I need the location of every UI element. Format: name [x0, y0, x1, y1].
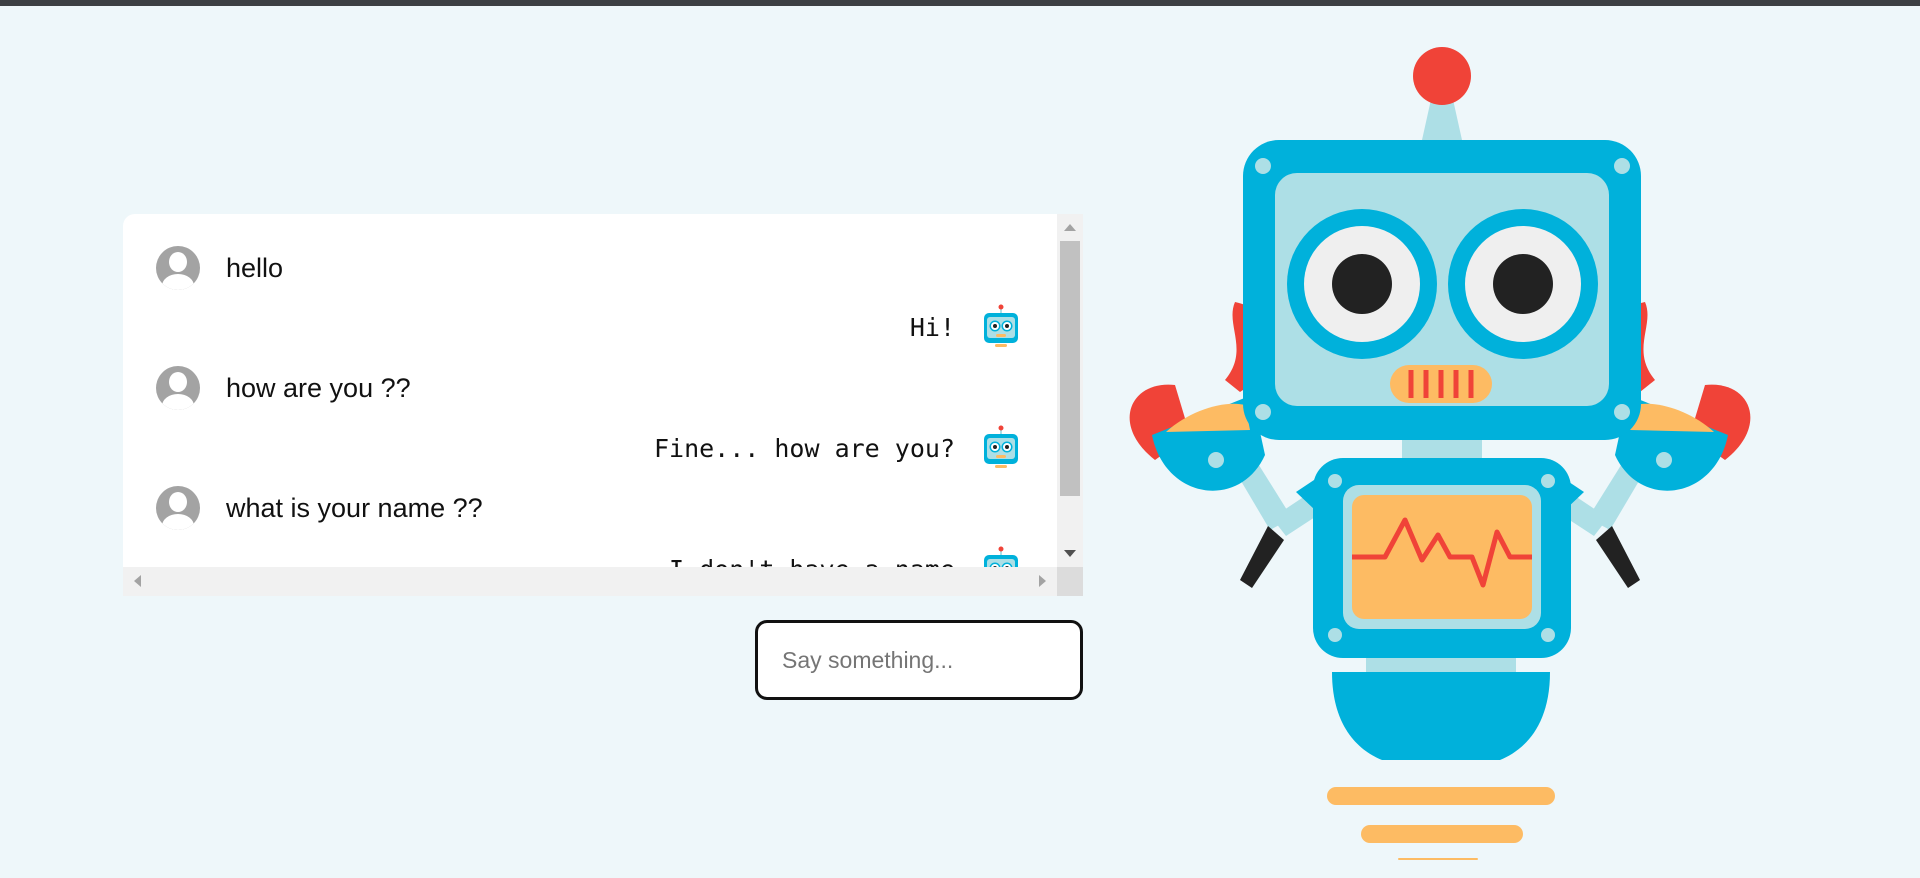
user-avatar-icon: [156, 246, 200, 290]
message-text: Fine... how are you?: [653, 433, 955, 463]
user-message: how are you ??: [156, 366, 411, 410]
robot-icon: [984, 546, 1018, 567]
bot-message: Fine... how are you?: [654, 425, 1021, 471]
horizontal-scrollbar[interactable]: [123, 567, 1057, 596]
user-avatar-icon: [156, 486, 200, 530]
chat-log[interactable]: hello Hi! how are you ?? Fine... how are…: [123, 214, 1057, 567]
scroll-up-arrow-icon[interactable]: [1064, 224, 1076, 231]
message-text: what is your name ??: [226, 492, 483, 523]
robot-icon: [984, 425, 1018, 468]
chat-window: hello Hi! how are you ?? Fine... how are…: [123, 214, 1083, 596]
browser-top-bar: [0, 0, 1920, 6]
scroll-right-arrow-icon[interactable]: [1039, 575, 1046, 587]
vertical-scrollbar[interactable]: [1057, 214, 1083, 567]
message-input[interactable]: [755, 620, 1083, 700]
user-message: what is your name ??: [156, 486, 483, 530]
message-text: Hi!: [909, 312, 955, 342]
robot-illustration: [1129, 47, 1751, 860]
vertical-scroll-thumb[interactable]: [1060, 241, 1080, 496]
message-text: hello: [226, 252, 284, 283]
scroll-left-arrow-icon[interactable]: [134, 575, 141, 587]
scroll-down-arrow-icon[interactable]: [1064, 550, 1076, 557]
message-text: how are you ??: [226, 372, 411, 403]
scrollbar-corner: [1057, 567, 1083, 596]
message-text: I don't have a name: [669, 555, 955, 568]
robot-icon: [984, 304, 1018, 347]
bot-message: Hi!: [910, 304, 1021, 350]
bot-message: I don't have a name: [669, 546, 1021, 567]
user-message: hello: [156, 246, 283, 290]
user-avatar-icon: [156, 366, 200, 410]
